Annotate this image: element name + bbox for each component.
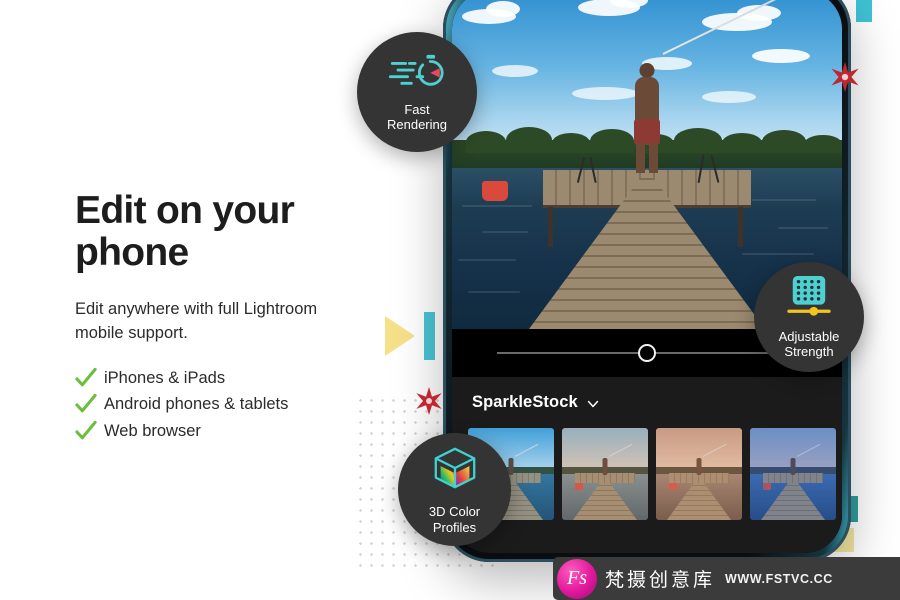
brand-dropdown[interactable]: SparkleStock [452,393,842,412]
left-content-column: Edit on your phone Edit anywhere with fu… [75,189,375,446]
slider-knob[interactable] [638,344,656,362]
teal-rect-top-right [856,0,872,22]
bucket [482,181,508,201]
badge-fast-rendering: Fast Rendering [357,32,477,152]
watermark-bar: Fs 梵摄创意库 WWW.FSTVC.CC [553,557,900,600]
poster-canvas: Edit on your phone Edit anywhere with fu… [0,0,900,600]
list-item: Android phones & tablets [75,393,375,415]
preset-thumbnail-row [452,412,842,520]
slider-track[interactable] [497,344,797,362]
red-star-top-right [831,62,859,92]
feature-list: iPhones & iPads Android phones & tablets… [75,367,375,442]
speed-stopwatch-icon [388,52,446,95]
list-item: iPhones & iPads [75,367,375,389]
yellow-triangle [385,316,415,356]
badge-adjustable-strength: Adjustable Strength [754,262,864,372]
dot-grid-slider-icon [787,275,831,322]
watermark-brand: 梵摄创意库 [605,569,716,591]
badge-label-line1: Fast [404,101,430,117]
check-icon [75,394,97,414]
check-icon [75,420,97,441]
feature-label: Web browser [104,421,201,440]
red-star-mid-left [416,387,442,415]
feature-label: iPhones & iPads [104,369,226,388]
preset-thumb-2[interactable] [562,428,648,520]
list-item: Web browser [75,420,375,442]
preset-thumb-3[interactable] [656,428,742,520]
color-cube-icon [431,444,479,497]
badge-label-line2: Profiles [432,519,477,535]
presets-panel: SparkleStock [452,377,842,553]
subheadline: Edit anywhere with full Lightroom mobile… [75,300,318,342]
page-title: Edit on your phone [75,189,295,275]
badge-label-line2: Rendering [387,117,447,132]
check-icon [75,368,97,388]
preset-thumb-4[interactable] [750,428,836,520]
badge-label-line2: Strength [784,344,834,359]
fs-logo-icon: Fs [557,558,597,599]
brand-label: SparkleStock [472,393,578,411]
chevron-down-icon[interactable] [587,397,599,409]
feature-label: Android phones & tablets [104,395,289,414]
badge-label-line1: 3D Color [428,504,481,520]
badge-label-line1: Adjustable [778,328,840,344]
watermark-url: WWW.FSTVC.CC [725,571,833,586]
teal-bar-left [424,312,435,360]
badge-3d-color-profiles: 3D Color Profiles [398,433,511,546]
